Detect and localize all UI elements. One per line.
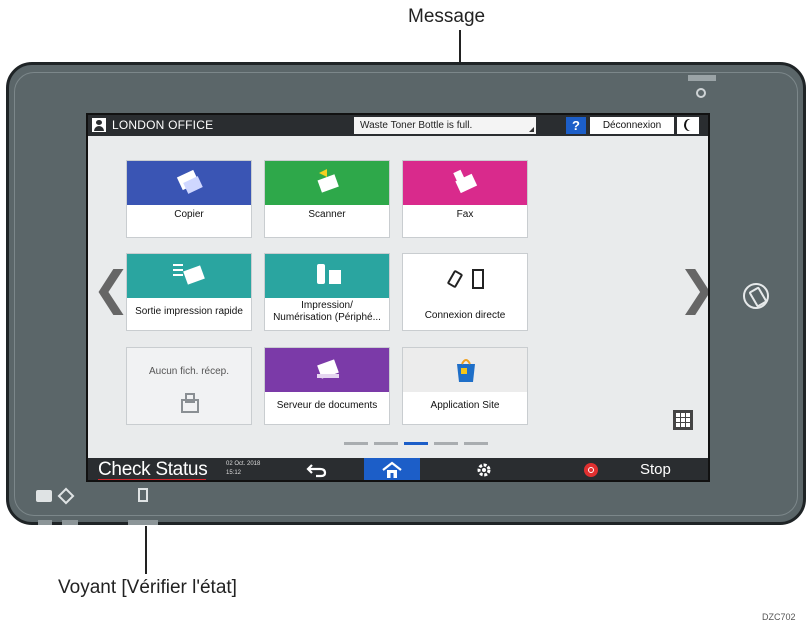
- app-label-usb-print-scan: Impression/ Numérisation (Périphé...: [273, 300, 381, 323]
- previous-page-arrow-icon[interactable]: ❮: [92, 265, 131, 311]
- scanner-icon: [317, 169, 339, 193]
- fax-icon: [453, 169, 478, 194]
- app-tile-fax[interactable]: Fax: [402, 160, 528, 238]
- data-in-icon: [36, 490, 52, 502]
- app-tile-copier[interactable]: Copier: [126, 160, 252, 238]
- app-label-scanner: Scanner: [308, 209, 346, 220]
- quick-print-icon: [173, 264, 205, 285]
- indicator-light-2: [62, 520, 78, 525]
- date-text: 02 Oct. 2018: [226, 461, 261, 467]
- app-list-grid-icon[interactable]: [673, 410, 693, 430]
- screen-top-bar: LONDON OFFICE Waste Toner Bottle is full…: [88, 115, 708, 136]
- status-light-callout-line: [145, 526, 147, 574]
- shopping-bag-icon: [457, 359, 475, 382]
- copier-icon: [176, 169, 203, 194]
- message-expand-icon: [529, 127, 534, 132]
- check-status-button[interactable]: Check Status: [98, 459, 208, 480]
- app-tile-scanner[interactable]: Scanner: [264, 160, 390, 238]
- energy-saver-button[interactable]: [677, 117, 699, 134]
- indicator-light-1: [38, 520, 52, 525]
- usb-memory-icon: [317, 264, 341, 284]
- stop-button[interactable]: Stop: [640, 461, 671, 478]
- app-label-quick-print: Sortie impression rapide: [135, 306, 243, 317]
- page-dot[interactable]: [434, 442, 458, 445]
- app-tile-application-site[interactable]: Application Site: [402, 347, 528, 425]
- app-tile-direct-connect[interactable]: Connexion directe: [402, 253, 528, 331]
- status-light-icon: [138, 488, 148, 502]
- user-icon[interactable]: [92, 118, 106, 132]
- back-icon[interactable]: [306, 462, 328, 478]
- app-tile-fax-box[interactable]: Aucun fich. récep.: [126, 347, 252, 425]
- next-page-arrow-icon[interactable]: ❯: [678, 265, 708, 311]
- nfc-icon: [743, 283, 769, 309]
- page-dot[interactable]: [374, 442, 398, 445]
- app-label-direct-connect: Connexion directe: [424, 310, 506, 321]
- time-text: 15:12: [226, 470, 242, 476]
- gear-icon[interactable]: [476, 462, 492, 478]
- screen-bottom-bar: Check Status 02 Oct. 2018 15:12 Stop: [88, 458, 708, 480]
- message-text: Waste Toner Bottle is full.: [360, 120, 473, 131]
- device-top-slot: [688, 75, 716, 81]
- home-icon: [382, 461, 402, 478]
- app-tile-usb-print-scan[interactable]: Impression/ Numérisation (Périphé...: [264, 253, 390, 331]
- message-callout-label: Message: [408, 6, 486, 27]
- logout-button[interactable]: Déconnexion: [590, 117, 674, 134]
- energy-saver-icon: [696, 88, 706, 98]
- direct-connect-icon: [447, 269, 484, 289]
- page-dot[interactable]: [344, 442, 368, 445]
- message-box[interactable]: Waste Toner Bottle is full.: [354, 117, 536, 134]
- app-tile-quick-print[interactable]: Sortie impression rapide: [126, 253, 252, 331]
- help-button[interactable]: ?: [566, 117, 586, 134]
- document-server-icon: [317, 359, 339, 379]
- page-dot-active[interactable]: [404, 442, 428, 445]
- moon-icon: [686, 119, 696, 131]
- date-time: 02 Oct. 2018 15:12: [226, 460, 260, 478]
- app-label-copier: Copier: [174, 209, 204, 220]
- home-button[interactable]: [364, 458, 420, 480]
- check-status-indicator: [98, 479, 206, 480]
- figure-code: DZC702: [762, 612, 796, 622]
- page-dot[interactable]: [464, 442, 488, 445]
- app-label-fax: Fax: [456, 209, 474, 220]
- app-label-fax-box: Aucun fich. récep.: [148, 366, 230, 377]
- app-label-document-server: Serveur de documents: [276, 400, 378, 411]
- app-tile-document-server[interactable]: Serveur de documents: [264, 347, 390, 425]
- logged-in-user: LONDON OFFICE: [112, 118, 214, 132]
- status-light-callout-label: Voyant [Vérifier l'état]: [58, 577, 237, 598]
- fax-box-icon: [181, 393, 199, 413]
- touch-screen: LONDON OFFICE Waste Toner Bottle is full…: [86, 113, 710, 482]
- app-label-application-site: Application Site: [430, 400, 500, 411]
- status-light-led: [128, 520, 158, 525]
- stop-icon[interactable]: [584, 463, 598, 477]
